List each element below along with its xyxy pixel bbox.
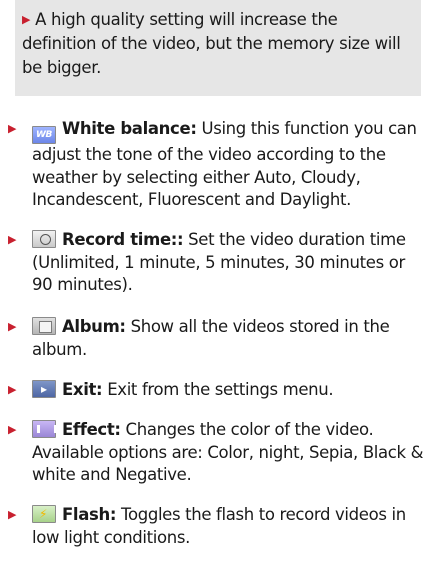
note-text-content: A high quality setting will increase the… — [22, 10, 401, 77]
item-title: White balance: — [62, 119, 197, 138]
effect-icon — [32, 420, 57, 438]
flash-icon — [32, 505, 56, 523]
list-item-effect: ▶ Effect: Changes the color of the video… — [0, 419, 436, 487]
bullet-triangle-icon: ▶ — [8, 383, 17, 396]
list-item-flash: ▶ Flash: Toggles the flash to record vid… — [0, 504, 436, 549]
item-title: Exit: — [62, 380, 103, 399]
bullet-triangle-icon: ▶ — [8, 508, 17, 521]
bullet-triangle-icon: ▶ — [8, 122, 17, 135]
clock-icon — [32, 230, 56, 248]
list-item-exit: ▶ Exit: Exit from the settings menu. — [0, 379, 436, 402]
bullet-triangle-icon: ▶ — [22, 13, 31, 26]
exit-icon — [32, 380, 56, 398]
item-text: Exit from the settings menu. — [102, 380, 334, 399]
bullet-triangle-icon: ▶ — [8, 320, 17, 333]
list-item-white-balance: ▶ WB White balance: Using this function y… — [0, 118, 436, 212]
item-title: Flash: — [62, 505, 117, 524]
album-icon — [32, 317, 56, 335]
bullet-triangle-icon: ▶ — [8, 233, 17, 246]
item-title: Album: — [62, 317, 126, 336]
item-title: Record time:: — [62, 230, 184, 249]
bullet-triangle-icon: ▶ — [8, 423, 17, 436]
list-item-album: ▶ Album: Show all the videos stored in t… — [0, 316, 436, 361]
note-text: ▶ A high quality setting will increase th… — [22, 8, 414, 80]
item-title: Effect: — [62, 420, 121, 439]
list-item-record-time: ▶ Record time:: Set the video duration t… — [0, 229, 436, 297]
white-balance-icon: WB — [32, 126, 56, 144]
